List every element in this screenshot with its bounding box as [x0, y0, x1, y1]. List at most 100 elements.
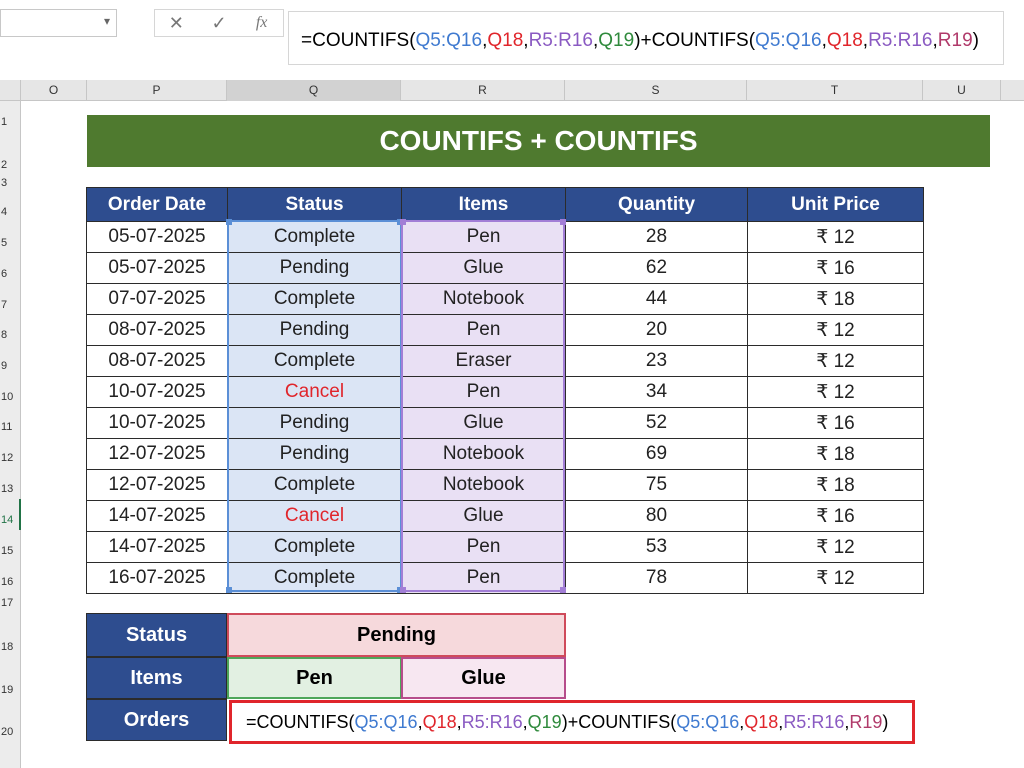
- row-header-17[interactable]: 17: [0, 592, 21, 613]
- cell-unit-price[interactable]: ₹ 12: [747, 221, 924, 253]
- cell-unit-price[interactable]: ₹ 12: [747, 562, 924, 594]
- row-header-7[interactable]: 7: [0, 284, 21, 315]
- name-box[interactable]: ▾: [0, 9, 117, 37]
- cell-order-date[interactable]: 12-07-2025: [86, 469, 228, 501]
- cell-status[interactable]: Complete: [227, 221, 402, 253]
- cell-unit-price[interactable]: ₹ 12: [747, 376, 924, 408]
- insert-function-icon[interactable]: fx: [247, 14, 277, 32]
- header-unit-price[interactable]: Unit Price: [747, 187, 924, 222]
- criteria-item-pen[interactable]: Pen: [227, 657, 402, 699]
- cell-order-date[interactable]: 14-07-2025: [86, 500, 228, 532]
- row-header-11[interactable]: 11: [0, 407, 21, 437]
- row-header-1[interactable]: 1: [0, 101, 21, 132]
- cell-unit-price[interactable]: ₹ 18: [747, 438, 924, 470]
- header-quantity[interactable]: Quantity: [565, 187, 748, 222]
- cell-quantity[interactable]: 80: [565, 500, 748, 532]
- row-header-16[interactable]: 16: [0, 561, 21, 592]
- cell-item[interactable]: Pen: [401, 314, 566, 346]
- cell-status[interactable]: Pending: [227, 407, 402, 439]
- enter-icon[interactable]: ✓: [204, 13, 234, 34]
- cell-status[interactable]: Cancel: [227, 500, 402, 532]
- select-all-corner[interactable]: [0, 80, 21, 101]
- cancel-icon[interactable]: ✕: [161, 13, 191, 34]
- header-items[interactable]: Items: [401, 187, 566, 222]
- cell-item[interactable]: Pen: [401, 221, 566, 253]
- cell-item[interactable]: Pen: [401, 376, 566, 408]
- cell-status[interactable]: Complete: [227, 283, 402, 315]
- cell-quantity[interactable]: 52: [565, 407, 748, 439]
- cell-order-date[interactable]: 07-07-2025: [86, 283, 228, 315]
- cell-order-date[interactable]: 08-07-2025: [86, 345, 228, 377]
- cell-unit-price[interactable]: ₹ 16: [747, 500, 924, 532]
- cell-unit-price[interactable]: ₹ 16: [747, 407, 924, 439]
- cell-item[interactable]: Notebook: [401, 469, 566, 501]
- cell-status[interactable]: Complete: [227, 531, 402, 563]
- row-header-19[interactable]: 19: [0, 657, 21, 700]
- cell-order-date[interactable]: 16-07-2025: [86, 562, 228, 594]
- row-header-5[interactable]: 5: [0, 222, 21, 253]
- cell-item[interactable]: Notebook: [401, 438, 566, 470]
- cell-status[interactable]: Pending: [227, 314, 402, 346]
- row-header-2[interactable]: 2: [0, 132, 21, 175]
- cell-item[interactable]: Eraser: [401, 345, 566, 377]
- header-order-date[interactable]: Order Date: [86, 187, 228, 222]
- formula-input[interactable]: =COUNTIFS(Q5:Q16,Q18,R5:R16,Q19)+COUNTIF…: [288, 11, 1004, 65]
- cell-order-date[interactable]: 10-07-2025: [86, 376, 228, 408]
- column-header-s[interactable]: S: [565, 80, 747, 101]
- cell-quantity[interactable]: 75: [565, 469, 748, 501]
- row-header-3[interactable]: 3: [0, 175, 21, 193]
- row-header-12[interactable]: 12: [0, 437, 21, 468]
- orders-formula-cell[interactable]: =COUNTIFS(Q5:Q16,Q18,R5:R16,Q19)+COUNTIF…: [229, 700, 915, 744]
- cell-status[interactable]: Complete: [227, 469, 402, 501]
- row-header-10[interactable]: 10: [0, 376, 21, 407]
- cell-quantity[interactable]: 53: [565, 531, 748, 563]
- cell-unit-price[interactable]: ₹ 18: [747, 469, 924, 501]
- cell-order-date[interactable]: 05-07-2025: [86, 221, 228, 253]
- cell-order-date[interactable]: 10-07-2025: [86, 407, 228, 439]
- cell-quantity[interactable]: 69: [565, 438, 748, 470]
- cell-quantity[interactable]: 23: [565, 345, 748, 377]
- cell-unit-price[interactable]: ₹ 16: [747, 252, 924, 284]
- cell-unit-price[interactable]: ₹ 12: [747, 531, 924, 563]
- cell-item[interactable]: Notebook: [401, 283, 566, 315]
- row-header-6[interactable]: 6: [0, 253, 21, 284]
- cell-unit-price[interactable]: ₹ 12: [747, 314, 924, 346]
- cell-quantity[interactable]: 34: [565, 376, 748, 408]
- column-header-r[interactable]: R: [401, 80, 565, 101]
- cell-order-date[interactable]: 14-07-2025: [86, 531, 228, 563]
- chevron-down-icon[interactable]: ▾: [104, 14, 110, 28]
- cell-status[interactable]: Cancel: [227, 376, 402, 408]
- column-header-t[interactable]: T: [747, 80, 923, 101]
- column-header-u[interactable]: U: [923, 80, 1001, 101]
- row-header-9[interactable]: 9: [0, 345, 21, 376]
- row-header-15[interactable]: 15: [0, 530, 21, 561]
- cell-unit-price[interactable]: ₹ 18: [747, 283, 924, 315]
- cell-status[interactable]: Complete: [227, 345, 402, 377]
- column-header-q[interactable]: Q: [227, 80, 401, 101]
- row-header-20[interactable]: 20: [0, 700, 21, 742]
- cell-status[interactable]: Complete: [227, 562, 402, 594]
- cell-order-date[interactable]: 05-07-2025: [86, 252, 228, 284]
- column-header-o[interactable]: O: [21, 80, 87, 101]
- cell-quantity[interactable]: 62: [565, 252, 748, 284]
- row-header-4[interactable]: 4: [0, 193, 21, 222]
- cell-status[interactable]: Pending: [227, 252, 402, 284]
- row-header-13[interactable]: 13: [0, 468, 21, 499]
- header-status[interactable]: Status: [227, 187, 402, 222]
- cell-item[interactable]: Glue: [401, 252, 566, 284]
- column-header-p[interactable]: P: [87, 80, 227, 101]
- row-header-14[interactable]: 14: [0, 499, 21, 530]
- cell-item[interactable]: Pen: [401, 531, 566, 563]
- cell-quantity[interactable]: 28: [565, 221, 748, 253]
- cell-status[interactable]: Pending: [227, 438, 402, 470]
- criteria-item-glue[interactable]: Glue: [401, 657, 566, 699]
- row-header-8[interactable]: 8: [0, 315, 21, 345]
- cell-item[interactable]: Pen: [401, 562, 566, 594]
- cell-quantity[interactable]: 44: [565, 283, 748, 315]
- cell-order-date[interactable]: 08-07-2025: [86, 314, 228, 346]
- cell-item[interactable]: Glue: [401, 407, 566, 439]
- cell-order-date[interactable]: 12-07-2025: [86, 438, 228, 470]
- cell-quantity[interactable]: 20: [565, 314, 748, 346]
- cell-item[interactable]: Glue: [401, 500, 566, 532]
- cell-unit-price[interactable]: ₹ 12: [747, 345, 924, 377]
